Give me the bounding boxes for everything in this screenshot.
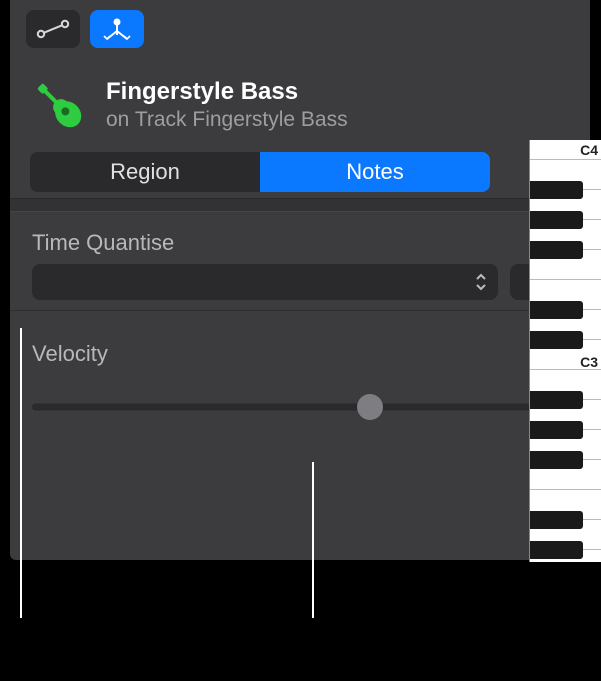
black-key[interactable] (530, 301, 583, 319)
black-key[interactable] (530, 391, 583, 409)
key-label-c3: C3 (580, 354, 598, 370)
automation-icon (36, 19, 70, 39)
guitar-icon (30, 76, 88, 134)
slider-thumb[interactable] (357, 394, 383, 420)
velocity-section: Velocity 80 (10, 310, 590, 432)
flex-icon (102, 17, 132, 41)
black-key[interactable] (530, 451, 583, 469)
flex-tool-button[interactable] (90, 10, 144, 48)
callout-line (312, 462, 314, 618)
instrument-header: Fingerstyle Bass on Track Fingerstyle Ba… (10, 58, 590, 146)
velocity-label: Velocity (32, 341, 108, 367)
black-key[interactable] (530, 241, 583, 259)
inspector-panel: Fingerstyle Bass on Track Fingerstyle Ba… (10, 0, 590, 560)
black-key[interactable] (530, 331, 583, 349)
slider-track (32, 404, 568, 411)
piano-ruler[interactable]: C4 C3 (529, 140, 601, 562)
instrument-text: Fingerstyle Bass on Track Fingerstyle Ba… (106, 76, 348, 132)
key-label-c4: C4 (580, 142, 598, 158)
divider (10, 198, 590, 212)
instrument-subtitle: on Track Fingerstyle Bass (106, 108, 348, 132)
black-key[interactable] (530, 181, 583, 199)
quantise-row: Q (32, 264, 568, 300)
tab-notes[interactable]: Notes (260, 152, 490, 192)
instrument-title: Fingerstyle Bass (106, 78, 348, 106)
instrument-icon (30, 76, 88, 134)
black-key[interactable] (530, 421, 583, 439)
callout-line (20, 328, 22, 618)
black-key[interactable] (530, 541, 583, 559)
time-quantise-section: Time Quantise Q (10, 212, 590, 310)
region-notes-segmented: Region Notes (30, 152, 490, 192)
velocity-header: Velocity 80 (32, 337, 568, 368)
black-key[interactable] (530, 211, 583, 229)
stepper-arrows-icon (474, 272, 488, 292)
tab-region[interactable]: Region (30, 152, 260, 192)
black-key[interactable] (530, 511, 583, 529)
velocity-slider[interactable] (32, 392, 568, 422)
automation-tool-button[interactable] (26, 10, 80, 48)
quantise-popup[interactable] (32, 264, 498, 300)
time-quantise-label: Time Quantise (32, 230, 568, 256)
toolbar (10, 0, 590, 58)
